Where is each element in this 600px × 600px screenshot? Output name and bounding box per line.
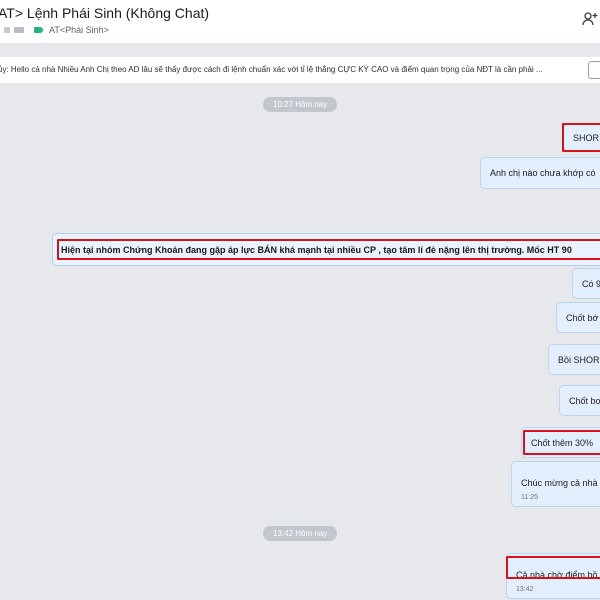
- message-bubble[interactable]: Chúc mừng cả nhà 11:25: [511, 461, 600, 507]
- highlight-box: [506, 556, 600, 579]
- message-text: Có 9: [582, 278, 600, 289]
- time-separator: 10:27 Hôm nay: [263, 97, 338, 112]
- member-avatar-icon: [14, 27, 24, 33]
- pinned-message-text: ủy: Hello cả nhà Nhiều Anh Chị theo AD l…: [0, 65, 543, 74]
- message-text: Anh chị nào chưa khớp có: [490, 168, 596, 178]
- chat-tag-label[interactable]: AT<Phái Sinh>: [49, 25, 109, 35]
- pinned-message-bar[interactable]: ủy: Hello cả nhà Nhiều Anh Chị theo AD l…: [0, 56, 600, 84]
- message-time: 13:42: [516, 586, 534, 593]
- add-member-icon[interactable]: [582, 11, 598, 27]
- message-bubble[interactable]: Chốt bớ: [556, 302, 600, 333]
- message-text: Chốt bớ: [566, 312, 599, 323]
- highlight-box: [57, 239, 600, 260]
- chat-subtitle: AT<Phái Sinh>: [4, 23, 109, 37]
- time-separator: 13:42 Hôm nay: [263, 526, 338, 541]
- message-text: Chúc mừng cả nhà: [521, 478, 598, 488]
- member-avatar-icon: [4, 27, 10, 33]
- chat-title[interactable]: AT> Lệnh Phái Sinh (Không Chat): [0, 5, 209, 21]
- chat-header: AT> Lệnh Phái Sinh (Không Chat) AT<Phái …: [0, 0, 600, 44]
- highlight-box: [562, 123, 600, 152]
- tag-icon: [34, 27, 43, 33]
- message-text: Chốt bơ: [569, 395, 600, 406]
- message-text: Bồi SHOR: [558, 354, 600, 365]
- message-bubble[interactable]: Anh chị nào chưa khớp có: [480, 157, 600, 189]
- message-bubble[interactable]: Chốt bơ: [559, 385, 600, 416]
- message-time: 11:25: [521, 494, 538, 501]
- message-bubble[interactable]: Có 9: [572, 268, 600, 299]
- highlight-box: [523, 430, 600, 455]
- message-bubble[interactable]: Bồi SHOR: [548, 344, 600, 375]
- pinned-expand-button[interactable]: [588, 61, 600, 79]
